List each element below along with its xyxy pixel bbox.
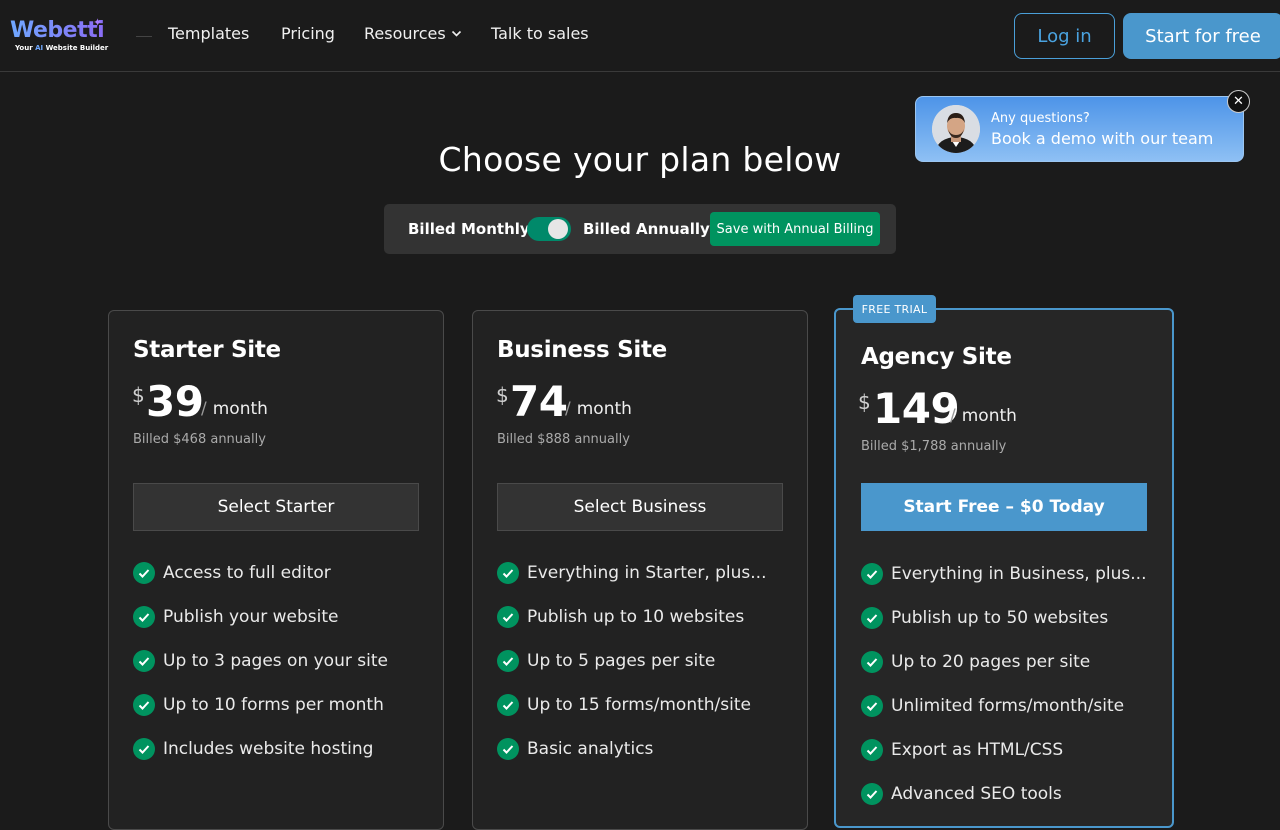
price-period: / month xyxy=(201,399,268,419)
feature-text: Up to 10 forms per month xyxy=(163,695,384,715)
free-trial-badge: FREE TRIAL xyxy=(853,295,936,323)
check-icon xyxy=(861,563,883,585)
plan-name: Agency Site xyxy=(861,344,1012,370)
feature-text: Advanced SEO tools xyxy=(891,784,1062,804)
select-starter-button[interactable]: Select Starter xyxy=(133,483,419,531)
feature-text: Everything in Business, plus... xyxy=(891,564,1147,584)
check-icon xyxy=(861,783,883,805)
check-icon xyxy=(133,606,155,628)
plan-card-starter: Starter Site $ 39 /month Billed $468 ann… xyxy=(108,310,444,830)
check-icon xyxy=(861,607,883,629)
feature-text: Publish up to 10 websites xyxy=(527,607,745,627)
feature-text: Export as HTML/CSS xyxy=(891,740,1064,760)
feature-text: Up to 5 pages per site xyxy=(527,651,716,671)
price-period: / month xyxy=(565,399,632,419)
feature-text: Publish your website xyxy=(163,607,339,627)
feature-text: Access to full editor xyxy=(163,563,331,583)
check-icon xyxy=(861,739,883,761)
plan-card-agency: Agency Site $ 149 /month Billed $1,788 a… xyxy=(834,308,1174,828)
billed-note: Billed $1,788 annually xyxy=(861,439,1007,454)
check-icon xyxy=(133,738,155,760)
check-icon xyxy=(497,650,519,672)
feature-text: Basic analytics xyxy=(527,739,654,759)
check-icon xyxy=(133,562,155,584)
feature-text: Up to 20 pages per site xyxy=(891,652,1091,672)
nav-templates[interactable]: Templates xyxy=(168,24,249,43)
billed-note: Billed $888 annually xyxy=(497,432,630,447)
login-button[interactable]: Log in xyxy=(1014,13,1115,59)
feature-text: Up to 3 pages on your site xyxy=(163,651,388,671)
demo-question: Any questions? xyxy=(991,111,1090,126)
check-icon xyxy=(497,606,519,628)
sparkle-icon: ✦ xyxy=(93,16,103,29)
period-label: month xyxy=(961,406,1017,426)
billed-note: Billed $468 annually xyxy=(133,432,266,447)
check-icon xyxy=(861,695,883,717)
plan-name: Starter Site xyxy=(133,337,281,363)
check-icon xyxy=(133,650,155,672)
start-for-free-button[interactable]: Start for free xyxy=(1123,13,1280,59)
brand-tagline: Your AI Website Builder xyxy=(15,44,108,52)
plan-card-business: Business Site $ 74 /month Billed $888 an… xyxy=(472,310,808,830)
currency-symbol: $ xyxy=(496,383,509,407)
check-icon xyxy=(497,694,519,716)
billed-annually-label[interactable]: Billed Annually xyxy=(583,220,710,238)
price-period: / month xyxy=(950,406,1017,426)
plan-name: Business Site xyxy=(497,337,667,363)
billed-monthly-label[interactable]: Billed Monthly xyxy=(408,220,530,238)
feature-text: Unlimited forms/month/site xyxy=(891,696,1125,716)
currency-symbol: $ xyxy=(858,390,871,414)
page-title: Choose your plan below xyxy=(438,140,842,179)
feature-text: Includes website hosting xyxy=(163,739,374,759)
plan-price: 39 xyxy=(146,377,204,426)
start-free-trial-button[interactable]: Start Free – $0 Today xyxy=(861,483,1147,531)
period-label: month xyxy=(576,399,632,419)
feature-text: Up to 15 forms/month/site xyxy=(527,695,751,715)
plan-price: 149 xyxy=(873,384,960,433)
brand-name: Webetti xyxy=(10,18,105,43)
billing-toggle[interactable] xyxy=(527,217,571,241)
billing-toggle-bar: Billed Monthly Billed Annually Save with… xyxy=(384,204,896,254)
toggle-knob xyxy=(548,219,568,239)
plan-price: 74 xyxy=(510,377,568,426)
tagline-suffix: Website Builder xyxy=(43,44,109,52)
nav-pricing[interactable]: Pricing xyxy=(281,24,335,43)
chevron-down-icon[interactable] xyxy=(451,30,462,38)
check-icon xyxy=(133,694,155,716)
top-navigation: Webetti ✦ Your AI Website Builder Templa… xyxy=(0,0,1280,72)
nav-talk-to-sales[interactable]: Talk to sales xyxy=(491,24,589,43)
feature-text: Everything in Starter, plus... xyxy=(527,563,767,583)
nav-resources[interactable]: Resources xyxy=(364,24,446,43)
currency-symbol: $ xyxy=(132,383,145,407)
save-annual-badge: Save with Annual Billing xyxy=(710,212,880,246)
check-icon xyxy=(861,651,883,673)
feature-text: Publish up to 50 websites xyxy=(891,608,1109,628)
nav-divider xyxy=(136,36,152,37)
tagline-ai: AI xyxy=(35,44,44,52)
tagline-prefix: Your xyxy=(15,44,36,52)
check-icon xyxy=(497,738,519,760)
close-icon[interactable]: ✕ xyxy=(1227,90,1250,113)
brand-logo[interactable]: Webetti ✦ Your AI Website Builder xyxy=(10,16,108,54)
period-label: month xyxy=(212,399,268,419)
check-icon xyxy=(497,562,519,584)
select-business-button[interactable]: Select Business xyxy=(497,483,783,531)
